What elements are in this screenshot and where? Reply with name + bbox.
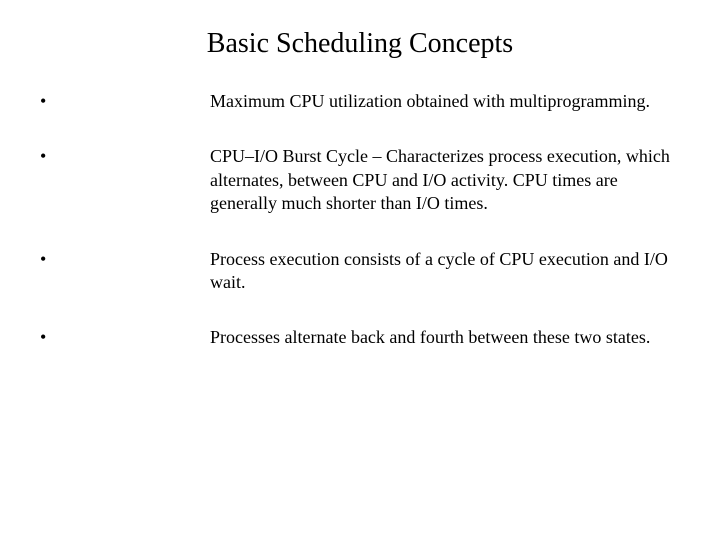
bullet-marker: • [40, 90, 210, 113]
list-item: • Process execution consists of a cycle … [40, 248, 680, 295]
bullet-text: Process execution consists of a cycle of… [210, 248, 680, 295]
bullet-marker: • [40, 326, 210, 349]
bullet-marker: • [40, 145, 210, 168]
list-item: • Maximum CPU utilization obtained with … [40, 90, 680, 113]
bullet-text: CPU–I/O Burst Cycle – Characterizes proc… [210, 145, 680, 215]
list-item: • CPU–I/O Burst Cycle – Characterizes pr… [40, 145, 680, 215]
slide-title: Basic Scheduling Concepts [40, 28, 680, 60]
bullet-marker: • [40, 248, 210, 271]
bullet-text: Maximum CPU utilization obtained with mu… [210, 90, 680, 113]
bullet-text: Processes alternate back and fourth betw… [210, 326, 680, 349]
list-item: • Processes alternate back and fourth be… [40, 326, 680, 349]
slide: Basic Scheduling Concepts • Maximum CPU … [0, 0, 720, 540]
bullet-list: • Maximum CPU utilization obtained with … [40, 90, 680, 350]
